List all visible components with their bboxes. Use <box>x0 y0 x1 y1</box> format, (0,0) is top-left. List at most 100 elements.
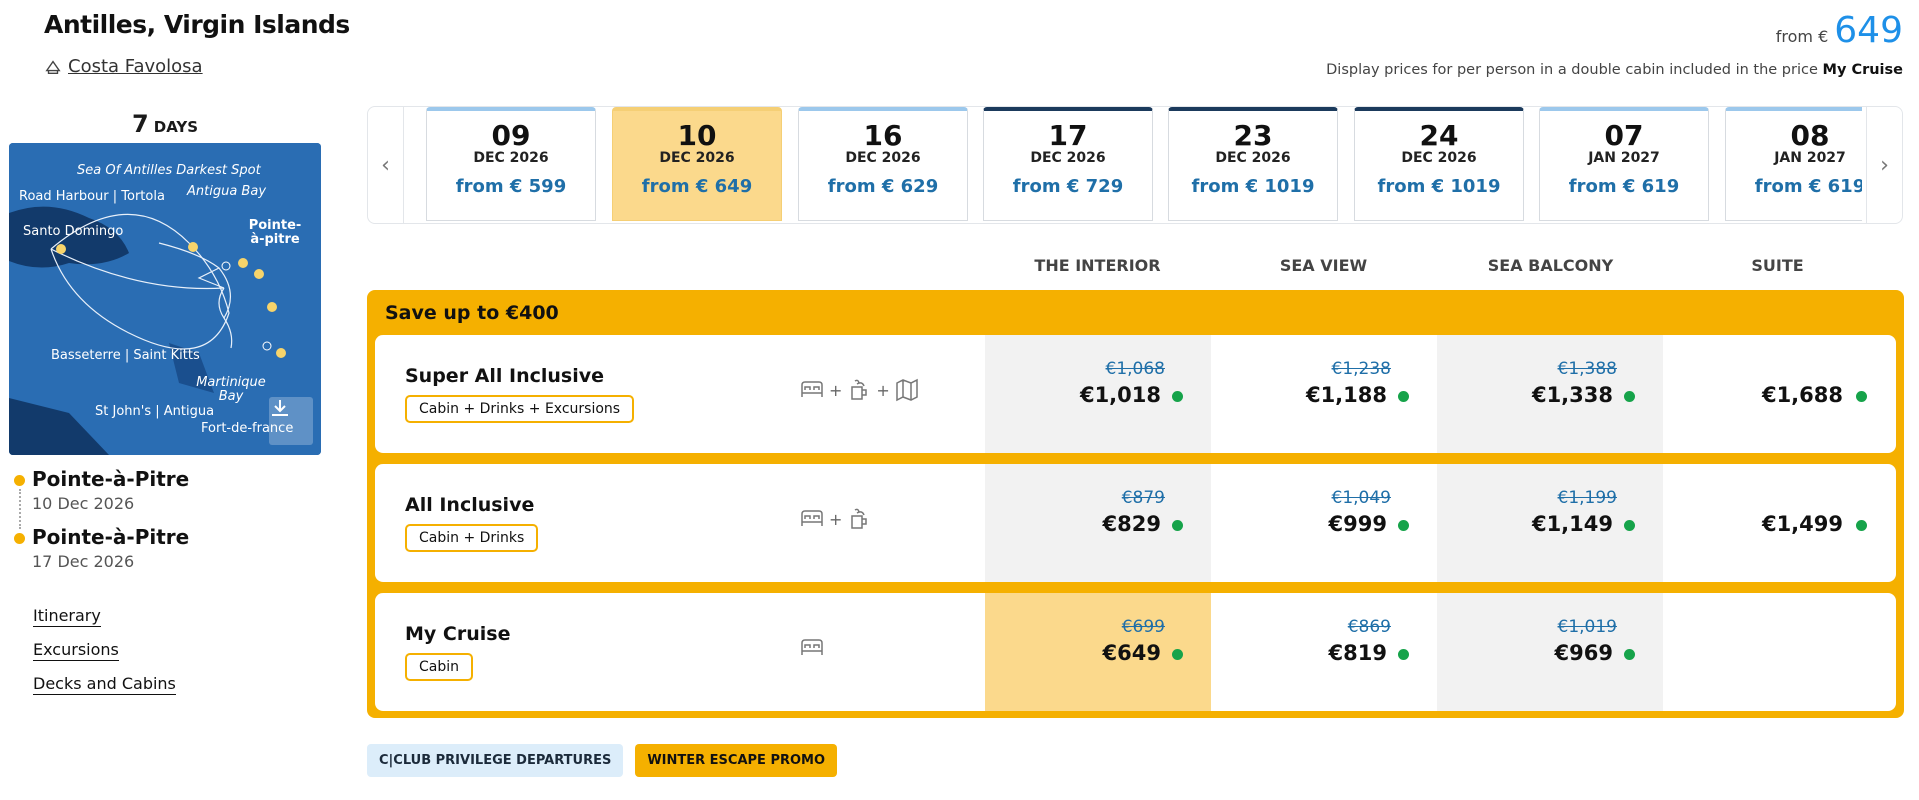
bed-icon <box>801 639 823 655</box>
itinerary-link[interactable]: Itinerary <box>33 606 101 627</box>
available-dot <box>1624 391 1635 402</box>
price-cell-interior-selected[interactable]: €699 €649 <box>985 593 1211 711</box>
old-price: €1,238 <box>1331 359 1391 379</box>
price-cell-sea-view[interactable]: €869 €819 <box>1211 593 1437 711</box>
price-cell-suite[interactable]: €1,499 <box>1663 464 1889 582</box>
date-day: 09 <box>491 119 531 152</box>
decks-cabins-link[interactable]: Decks and Cabins <box>33 674 176 695</box>
date-price: from € 629 <box>827 176 939 197</box>
itinerary-stops: Pointe-à-Pitre 10 Dec 2026 Pointe-à-Pitr… <box>14 467 189 583</box>
promo-title: Save up to €400 <box>385 302 559 324</box>
arrival-stop: Pointe-à-Pitre 17 Dec 2026 <box>14 525 189 571</box>
itinerary-map[interactable]: Sea Of Antilles Darkest Spot Road Harbou… <box>9 143 321 455</box>
old-price: €1,068 <box>1105 359 1165 379</box>
date-day: 24 <box>1419 119 1459 152</box>
arrival-port: Pointe-à-Pitre <box>32 525 190 549</box>
ship-name: Costa Favolosa <box>68 56 203 77</box>
price-cell-suite[interactable]: €1,688 <box>1663 335 1889 453</box>
drink-icon <box>851 508 868 529</box>
old-price: €1,199 <box>1557 488 1617 508</box>
ship-link[interactable]: Costa Favolosa <box>44 56 203 77</box>
departure-port: Pointe-à-Pitre <box>32 467 190 491</box>
new-price: €819 <box>1328 641 1387 665</box>
price-cell-suite-empty <box>1663 593 1889 711</box>
carousel-next-button[interactable]: › <box>1866 107 1902 223</box>
date-month-year: DEC 2026 <box>1401 150 1477 166</box>
excursions-link[interactable]: Excursions <box>33 640 119 661</box>
promo-badges: C|CLUB PRIVILEGE DEPARTURES WINTER ESCAP… <box>367 744 838 777</box>
date-card[interactable]: 23 DEC 2026 from € 1019 <box>1168 107 1338 221</box>
new-price: €1,149 <box>1531 512 1613 536</box>
old-price: €879 <box>1121 488 1165 508</box>
available-dot <box>1856 391 1867 402</box>
col-header-interior: THE INTERIOR <box>1034 256 1161 275</box>
download-map-button[interactable] <box>269 397 313 445</box>
price-cell-interior[interactable]: €879 €829 <box>985 464 1211 582</box>
old-price: €869 <box>1347 617 1391 637</box>
date-carousel: ‹ 09 DEC 2026 from € 599 10 DEC 2026 fro… <box>367 106 1903 224</box>
package-row: All Inclusive Cabin + Drinks + €879 €829… <box>375 464 1896 582</box>
price-cell-sea-balcony[interactable]: €1,199 €1,149 <box>1437 464 1663 582</box>
date-card[interactable]: 08 JAN 2027 from € 619 <box>1725 107 1862 221</box>
price-cell-sea-balcony[interactable]: €1,019 €969 <box>1437 593 1663 711</box>
chevron-right-icon: › <box>1880 152 1889 178</box>
old-price: €1,019 <box>1557 617 1617 637</box>
map-icon <box>896 378 918 402</box>
carousel-prev-button[interactable]: ‹ <box>368 107 404 223</box>
winter-promo-badge[interactable]: WINTER ESCAPE PROMO <box>635 744 838 777</box>
available-dot <box>1398 649 1409 660</box>
package-tag: Cabin + Drinks + Excursions <box>405 395 635 423</box>
old-price: €1,388 <box>1557 359 1617 379</box>
date-price: from € 729 <box>1012 176 1124 197</box>
date-month-year: DEC 2026 <box>659 150 735 166</box>
new-price: €1,338 <box>1531 383 1613 407</box>
promo-box: Save up to €400 Super All Inclusive Cabi… <box>367 290 1904 718</box>
plus-icon: + <box>876 380 890 400</box>
new-price: €1,188 <box>1305 383 1387 407</box>
date-day: 23 <box>1233 119 1273 152</box>
price-cell-interior[interactable]: €1,068 €1,018 <box>985 335 1211 453</box>
available-dot <box>1172 649 1183 660</box>
duration: 7 DAYS <box>10 110 320 138</box>
date-card[interactable]: 10 DEC 2026 from € 649 <box>612 107 782 221</box>
date-price: from € 599 <box>455 176 567 197</box>
cclub-badge[interactable]: C|CLUB PRIVILEGE DEPARTURES <box>367 744 624 777</box>
date-price: from € 649 <box>641 176 753 197</box>
price-note-bold: My Cruise <box>1822 62 1903 78</box>
price-cell-sea-view[interactable]: €1,049 €999 <box>1211 464 1437 582</box>
date-day: 07 <box>1604 119 1644 152</box>
available-dot <box>1624 649 1635 660</box>
available-dot <box>1398 391 1409 402</box>
date-card[interactable]: 16 DEC 2026 from € 629 <box>798 107 968 221</box>
from-value: 649 <box>1834 10 1903 51</box>
price-note-text: Display prices for per person in a doubl… <box>1326 62 1818 78</box>
date-day: 08 <box>1790 119 1830 152</box>
date-card[interactable]: 17 DEC 2026 from € 729 <box>983 107 1153 221</box>
price-cell-sea-view[interactable]: €1,238 €1,188 <box>1211 335 1437 453</box>
map-label-santo-domingo: Santo Domingo <box>23 224 124 239</box>
from-price: from € 649 <box>1776 10 1903 51</box>
col-header-sea-balcony: SEA BALCONY <box>1487 256 1614 275</box>
new-price: €999 <box>1328 512 1387 536</box>
date-day: 17 <box>1048 119 1088 152</box>
old-price: €699 <box>1121 617 1165 637</box>
date-card[interactable]: 24 DEC 2026 from € 1019 <box>1354 107 1524 221</box>
new-price: €1,499 <box>1761 512 1843 536</box>
cabin-type-headers: THE INTERIOR SEA VIEW SEA BALCONY SUITE <box>0 256 1919 276</box>
date-month-year: JAN 2027 <box>1774 150 1846 166</box>
map-label-antigua-bay: Antigua Bay <box>187 184 267 199</box>
plus-icon: + <box>829 509 843 529</box>
package-name: Super All Inclusive <box>405 365 605 387</box>
download-icon <box>272 400 288 416</box>
col-header-sea-view: SEA VIEW <box>1279 256 1368 275</box>
package-tag: Cabin <box>405 653 474 681</box>
price-cell-sea-balcony[interactable]: €1,388 €1,338 <box>1437 335 1663 453</box>
date-price: from € 619 <box>1754 176 1862 197</box>
drink-icon <box>851 379 868 400</box>
available-dot <box>1172 520 1183 531</box>
date-card[interactable]: 07 JAN 2027 from € 619 <box>1539 107 1709 221</box>
package-icons: + + <box>799 377 920 403</box>
date-month-year: DEC 2026 <box>1215 150 1291 166</box>
new-price: €1,018 <box>1079 383 1161 407</box>
date-card[interactable]: 09 DEC 2026 from € 599 <box>426 107 596 221</box>
